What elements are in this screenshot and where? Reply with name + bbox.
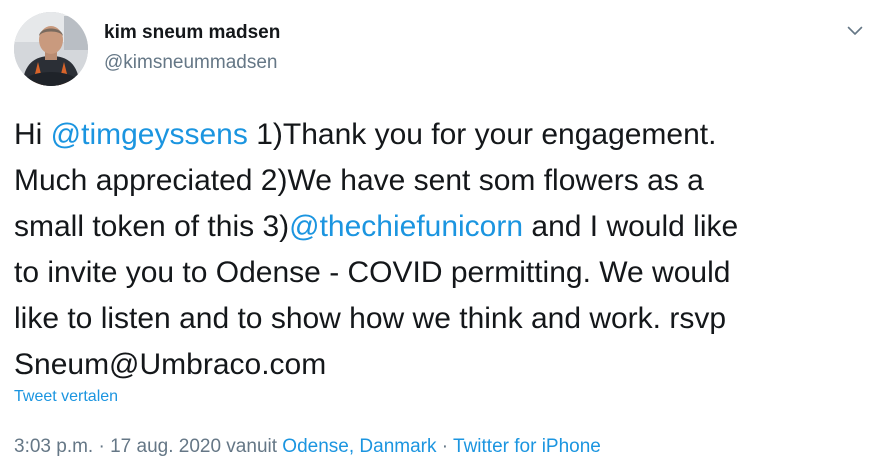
- mention-thechiefunicorn[interactable]: @thechiefunicorn: [289, 210, 523, 243]
- chevron-down-icon: [847, 26, 863, 35]
- text-fragment: and I would like: [523, 210, 739, 243]
- source-link[interactable]: Twitter for iPhone: [453, 436, 601, 457]
- tweet-timestamp[interactable]: 3:03 p.m. · 17 aug. 2020 vanuit: [14, 436, 282, 457]
- tweet-card: kim sneum madsen @kimsneummadsen Hi @tim…: [0, 0, 880, 472]
- author-handle[interactable]: @kimsneummadsen: [104, 52, 277, 74]
- text-fragment: 1)Thank you for your engagement.: [247, 118, 717, 151]
- author-name[interactable]: kim sneum madsen: [104, 22, 280, 44]
- location-link[interactable]: Odense, Danmark: [282, 436, 436, 457]
- translate-tweet-link[interactable]: Tweet vertalen: [14, 388, 118, 406]
- tweet-text: Hi @timgeyssens 1)Thank you for your eng…: [14, 112, 874, 388]
- text-fragment: small token of this 3): [14, 210, 290, 243]
- tweet-text-line: Hi @timgeyssens 1)Thank you for your eng…: [14, 112, 874, 158]
- tweet-text-line: small token of this 3)@thechiefunicorn a…: [14, 204, 874, 250]
- tweet-options-button[interactable]: [842, 18, 868, 44]
- profile-photo-icon: [14, 12, 88, 86]
- tweet-text-line: to invite you to Odense - COVID permitti…: [14, 256, 731, 289]
- mention-timgeyssens[interactable]: @timgeyssens: [51, 118, 248, 151]
- avatar[interactable]: [14, 12, 88, 86]
- tweet-text-line: like to listen and to show how we think …: [14, 302, 727, 335]
- meta-separator: ·: [436, 436, 454, 457]
- tweet-text-line: Much appreciated 2)We have sent som flow…: [14, 164, 704, 197]
- tweet-meta: 3:03 p.m. · 17 aug. 2020 vanuit Odense, …: [14, 436, 601, 458]
- tweet-text-line: Sneum@Umbraco.com: [14, 348, 327, 381]
- text-fragment: Hi: [14, 118, 51, 151]
